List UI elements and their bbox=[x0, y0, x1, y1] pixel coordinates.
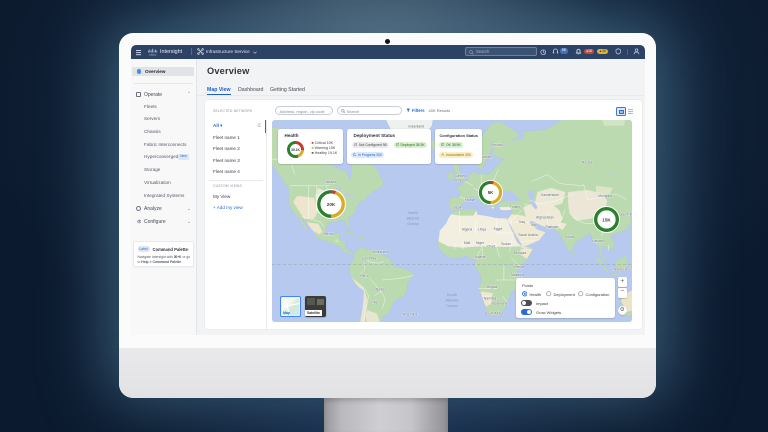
svg-text:Colombia: Colombia bbox=[362, 256, 376, 260]
svg-text:South: South bbox=[447, 292, 457, 297]
svg-text:Bolivia: Bolivia bbox=[376, 287, 386, 291]
svg-text:Libya: Libya bbox=[478, 227, 486, 231]
svg-text:United: United bbox=[456, 174, 466, 178]
svg-text:Indonesia: Indonesia bbox=[613, 267, 628, 271]
svg-text:Ocean: Ocean bbox=[407, 221, 419, 226]
svg-text:Atlantic: Atlantic bbox=[445, 297, 458, 302]
svg-text:Mongolia: Mongolia bbox=[598, 194, 612, 198]
svg-text:Iran: Iran bbox=[531, 223, 537, 227]
svg-text:Russia: Russia bbox=[582, 160, 592, 164]
svg-text:Egypt: Egypt bbox=[494, 227, 503, 231]
svg-text:Afghanistan: Afghanistan bbox=[536, 215, 554, 219]
svg-text:Tanzania: Tanzania bbox=[510, 273, 524, 277]
svg-text:Namibia: Namibia bbox=[484, 296, 497, 300]
svg-text:Angola: Angola bbox=[487, 285, 498, 289]
svg-text:Algeria: Algeria bbox=[462, 227, 473, 231]
svg-text:5K: 5K bbox=[487, 190, 493, 195]
svg-text:Peru: Peru bbox=[360, 274, 367, 278]
svg-text:France: France bbox=[465, 198, 476, 202]
svg-text:Argentina: Argentina bbox=[403, 312, 418, 316]
svg-text:Greenland: Greenland bbox=[408, 124, 424, 128]
svg-text:North: North bbox=[408, 210, 418, 215]
svg-text:Kingdom: Kingdom bbox=[454, 178, 468, 182]
svg-text:cisco: cisco bbox=[149, 53, 156, 57]
svg-text:India: India bbox=[566, 235, 573, 239]
svg-text:Nigeria: Nigeria bbox=[475, 255, 486, 259]
svg-text:Ocean: Ocean bbox=[446, 303, 458, 308]
svg-text:Pakistan: Pakistan bbox=[545, 225, 558, 229]
svg-text:Kenya: Kenya bbox=[514, 265, 524, 269]
svg-text:Chile: Chile bbox=[370, 300, 378, 304]
svg-text:Turkey: Turkey bbox=[510, 205, 521, 209]
svg-text:Chad: Chad bbox=[487, 244, 495, 248]
svg-text:20K: 20K bbox=[326, 202, 335, 207]
svg-text:Thailand: Thailand bbox=[590, 239, 603, 243]
svg-text:Mali: Mali bbox=[464, 241, 470, 245]
svg-text:Mexico: Mexico bbox=[324, 232, 335, 236]
svg-text:Iraq: Iraq bbox=[519, 220, 525, 224]
svg-text:Sudan: Sudan bbox=[501, 242, 511, 246]
svg-text:Saudi Arabia: Saudi Arabia bbox=[518, 233, 537, 237]
svg-text:Ethiopia: Ethiopia bbox=[514, 251, 526, 255]
svg-text:Venezuela: Venezuela bbox=[372, 250, 388, 254]
svg-text:15K: 15K bbox=[602, 217, 611, 222]
svg-text:South K: South K bbox=[620, 212, 632, 216]
svg-text:Sweden: Sweden bbox=[480, 155, 492, 159]
svg-text:Spain: Spain bbox=[454, 205, 463, 209]
svg-text:Atlantic: Atlantic bbox=[406, 215, 419, 220]
svg-text:Canada: Canada bbox=[324, 180, 336, 184]
svg-text:Kazakhstan: Kazakhstan bbox=[541, 193, 559, 197]
svg-text:39.1K: 39.1K bbox=[291, 147, 300, 151]
svg-text:Botswana: Botswana bbox=[493, 301, 508, 305]
svg-text:Niger: Niger bbox=[476, 241, 485, 245]
svg-text:South Africa: South Africa bbox=[485, 311, 503, 315]
svg-text:Finland: Finland bbox=[491, 143, 502, 147]
